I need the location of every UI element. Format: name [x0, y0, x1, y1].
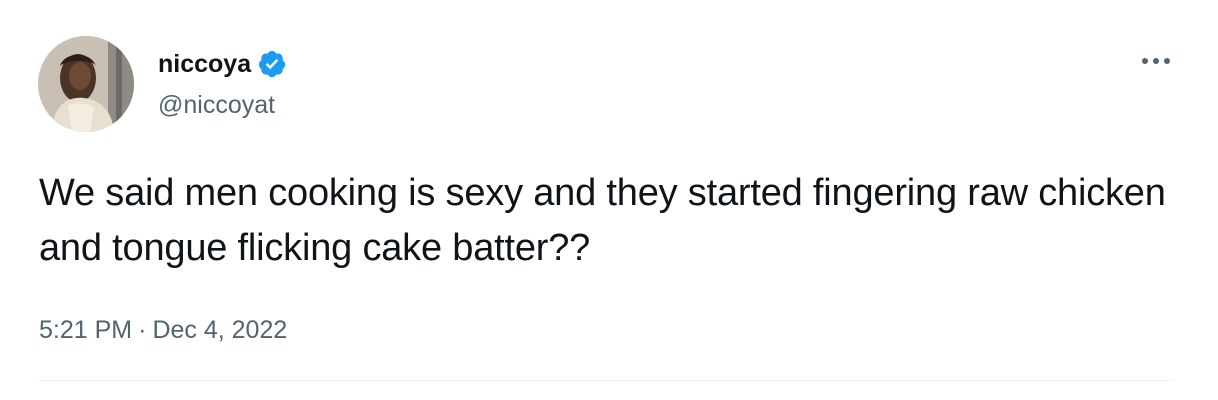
author-name-row: niccoya: [158, 47, 287, 81]
tweet-timestamp: 5:21 PM · Dec 4, 2022: [39, 313, 287, 347]
tweet-text: We said men cooking is sexy and they sta…: [39, 172, 1166, 269]
ellipsis-icon: [1142, 58, 1170, 64]
more-options-button[interactable]: [1136, 44, 1176, 78]
display-name[interactable]: niccoya: [158, 47, 251, 81]
tweet-time-link[interactable]: 5:21 PM: [39, 316, 132, 344]
profile-photo-icon: [38, 36, 134, 132]
divider: [39, 380, 1173, 381]
meta-separator: ·: [138, 316, 147, 344]
tweet-date-link[interactable]: Dec 4, 2022: [152, 316, 287, 344]
tweet-card: niccoya @niccoyat We said men cooking is…: [0, 0, 1218, 400]
avatar[interactable]: [38, 36, 134, 132]
user-handle[interactable]: @niccoyat: [158, 88, 275, 122]
verified-badge-icon: [257, 49, 287, 79]
